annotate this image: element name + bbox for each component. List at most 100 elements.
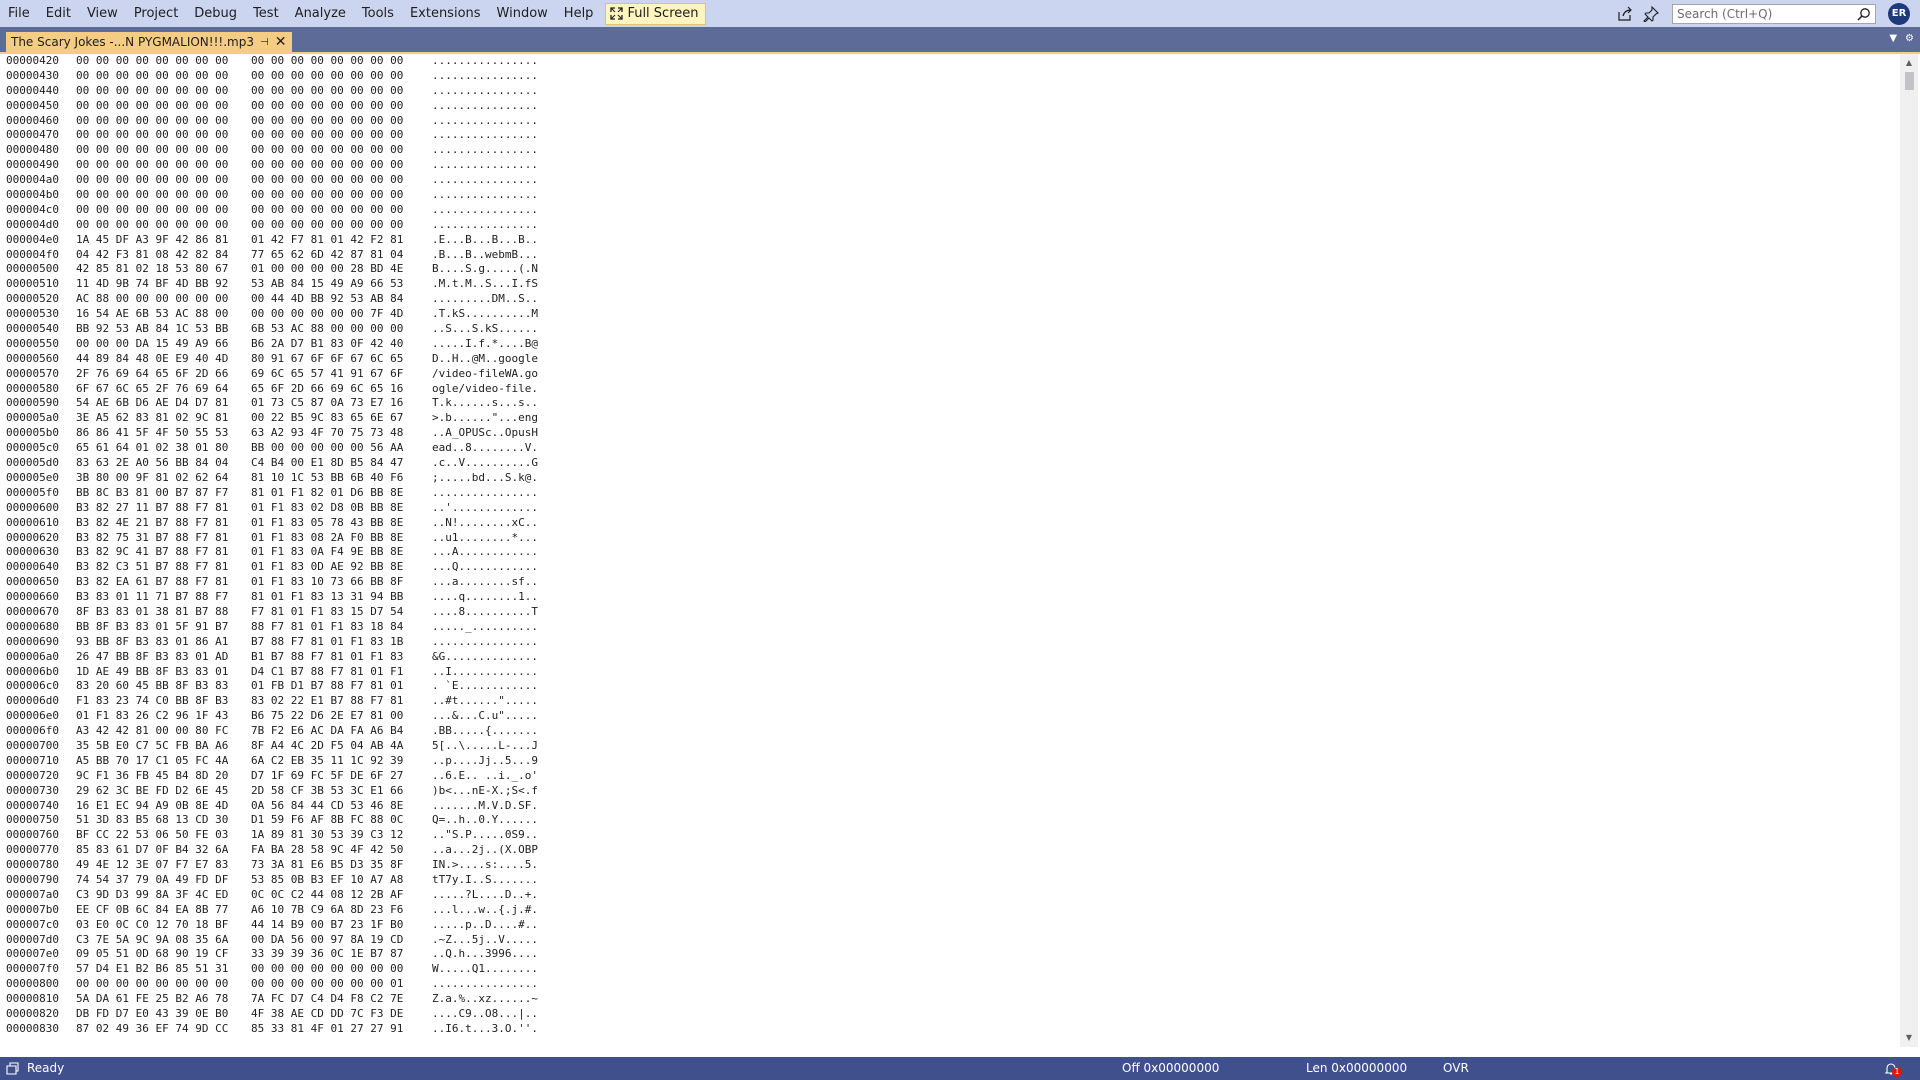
menu-edit[interactable]: Edit — [38, 3, 79, 25]
hex-row[interactable]: 00000680 BB 8F B3 83 01 5F 91 B7 88 F7 81 … — [6, 620, 1900, 635]
hex-bytes-right[interactable]: 53 85 0B B3 EF 10 A7 A8 — [251, 873, 426, 888]
hex-row[interactable]: 00000790 74 54 37 79 0A 49 FD DF 53 85 0B … — [6, 873, 1900, 888]
hex-row[interactable]: 000005e0 3B 80 00 9F 81 02 62 64 81 10 1C … — [6, 471, 1900, 486]
hex-ascii[interactable]: Q=..h..0.Y...... — [432, 813, 562, 828]
hex-bytes-left[interactable]: EE CF 0B 6C 84 EA 8B 77 — [76, 903, 251, 918]
hex-offset[interactable]: 000005b0 — [6, 426, 76, 441]
hex-row[interactable]: 000005b0 86 86 41 5F 4F 50 55 53 63 A2 93 … — [6, 426, 1900, 441]
hex-bytes-right[interactable]: 00 00 00 00 00 00 00 00 — [251, 114, 426, 129]
hex-offset[interactable]: 00000740 — [6, 799, 76, 814]
hex-bytes-right[interactable]: 01 F1 83 0A F4 9E BB 8E — [251, 545, 426, 560]
hex-ascii[interactable]: 5[..\.....L-...J — [432, 739, 562, 754]
hex-bytes-right[interactable]: 01 F1 83 0D AE 92 BB 8E — [251, 560, 426, 575]
hex-offset[interactable]: 00000660 — [6, 590, 76, 605]
hex-offset[interactable]: 00000670 — [6, 605, 76, 620]
menu-tools[interactable]: Tools — [354, 3, 402, 25]
pin-tab-icon[interactable]: ⊣ — [260, 37, 269, 48]
hex-row[interactable]: 000007d0 C3 7E 5A 9C 9A 08 35 6A 00 DA 56 … — [6, 933, 1900, 948]
hex-offset[interactable]: 00000770 — [6, 843, 76, 858]
hex-bytes-right[interactable]: 00 00 00 00 00 00 00 00 — [251, 143, 426, 158]
hex-bytes-right[interactable]: 81 01 F1 82 01 D6 BB 8E — [251, 486, 426, 501]
hex-row[interactable]: 000007f0 57 D4 E1 B2 B6 85 51 31 00 00 00 … — [6, 962, 1900, 977]
hex-bytes-right[interactable]: 33 39 39 36 0C 1E B7 87 — [251, 947, 426, 962]
hex-ascii[interactable]: ................ — [432, 188, 562, 203]
hex-offset[interactable]: 00000650 — [6, 575, 76, 590]
hex-offset[interactable]: 00000630 — [6, 545, 76, 560]
hex-bytes-left[interactable]: 00 00 00 00 00 00 00 00 — [76, 173, 251, 188]
hex-bytes-left[interactable]: BB 92 53 AB 84 1C 53 BB — [76, 322, 251, 337]
hex-bytes-right[interactable]: 01 F1 83 08 2A F0 BB 8E — [251, 531, 426, 546]
hex-offset[interactable]: 000005a0 — [6, 411, 76, 426]
hex-row[interactable]: 000007c0 03 E0 0C C0 12 70 18 BF 44 14 B9 … — [6, 918, 1900, 933]
hex-bytes-left[interactable]: 9C F1 36 FB 45 B4 8D 20 — [76, 769, 251, 784]
hex-ascii[interactable]: .....?L....D..+. — [432, 888, 562, 903]
hex-bytes-left[interactable]: 54 AE 6B D6 AE D4 D7 81 — [76, 396, 251, 411]
vertical-scrollbar[interactable]: ▲ ▼ — [1900, 54, 1918, 1047]
hex-ascii[interactable]: . `E............ — [432, 679, 562, 694]
hex-ascii[interactable]: ..'............. — [432, 501, 562, 516]
hex-row[interactable]: 00000810 5A DA 61 FE 25 B2 A6 78 7A FC D7 … — [6, 992, 1900, 1007]
hex-bytes-right[interactable]: 00 22 B5 9C 83 65 6E 67 — [251, 411, 426, 426]
hex-offset[interactable]: 00000640 — [6, 560, 76, 575]
hex-row[interactable]: 00000830 87 02 49 36 EF 74 9D CC 85 33 81 … — [6, 1022, 1900, 1037]
hex-bytes-left[interactable]: 5A DA 61 FE 25 B2 A6 78 — [76, 992, 251, 1007]
hex-ascii[interactable]: ...l...w..{.j.#. — [432, 903, 562, 918]
hex-bytes-right[interactable]: A6 10 7B C9 6A 8D 23 F6 — [251, 903, 426, 918]
hex-bytes-left[interactable]: 85 83 61 D7 0F B4 32 6A — [76, 843, 251, 858]
hex-bytes-right[interactable]: 00 00 00 00 00 00 00 00 — [251, 158, 426, 173]
hex-bytes-right[interactable]: 00 00 00 00 00 00 00 00 — [251, 84, 426, 99]
menu-test[interactable]: Test — [245, 3, 287, 25]
hex-row[interactable]: 000004e0 1A 45 DF A3 9F 42 86 81 01 42 F7 … — [6, 233, 1900, 248]
hex-bytes-right[interactable]: 77 65 62 6D 42 87 81 04 — [251, 248, 426, 263]
search-input[interactable] — [1673, 6, 1857, 21]
hex-row[interactable]: 000006f0 A3 42 42 81 00 00 80 FC 7B F2 E6 … — [6, 724, 1900, 739]
hex-bytes-left[interactable]: DB FD D7 E0 43 39 0E B0 — [76, 1007, 251, 1022]
hex-bytes-left[interactable]: 00 00 00 00 00 00 00 00 — [76, 128, 251, 143]
hex-offset[interactable]: 00000560 — [6, 352, 76, 367]
hex-bytes-right[interactable]: 4F 38 AE CD DD 7C F3 DE — [251, 1007, 426, 1022]
hex-offset[interactable]: 000007a0 — [6, 888, 76, 903]
hex-bytes-right[interactable]: 44 14 B9 00 B7 23 1F B0 — [251, 918, 426, 933]
hex-offset[interactable]: 000005f0 — [6, 486, 76, 501]
hex-ascii[interactable]: ..I............. — [432, 665, 562, 680]
hex-row[interactable]: 000005f0 BB 8C B3 81 00 B7 87 F7 81 01 F1 … — [6, 486, 1900, 501]
scroll-thumb[interactable] — [1905, 72, 1914, 90]
hex-bytes-right[interactable]: 81 10 1C 53 BB 6B 40 F6 — [251, 471, 426, 486]
hex-offset[interactable]: 000004b0 — [6, 188, 76, 203]
hex-bytes-left[interactable]: BB 8F B3 83 01 5F 91 B7 — [76, 620, 251, 635]
scroll-up-icon[interactable]: ▲ — [1900, 56, 1918, 70]
hex-bytes-left[interactable]: 86 86 41 5F 4F 50 55 53 — [76, 426, 251, 441]
hex-bytes-left[interactable]: 00 00 00 00 00 00 00 00 — [76, 977, 251, 992]
hex-bytes-left[interactable]: 51 3D 83 B5 68 13 CD 30 — [76, 813, 251, 828]
hex-ascii[interactable]: ...&...C.u"..... — [432, 709, 562, 724]
hex-bytes-left[interactable]: 8F B3 83 01 38 81 B7 88 — [76, 605, 251, 620]
hex-bytes-left[interactable]: 49 4E 12 3E 07 F7 E7 83 — [76, 858, 251, 873]
hex-row[interactable]: 00000520 AC 88 00 00 00 00 00 00 00 44 4D … — [6, 292, 1900, 307]
hex-bytes-right[interactable]: 00 00 00 00 00 00 00 00 — [251, 54, 426, 69]
hex-bytes-left[interactable]: 00 00 00 00 00 00 00 00 — [76, 99, 251, 114]
hex-bytes-left[interactable]: 00 00 00 00 00 00 00 00 — [76, 54, 251, 69]
hex-offset[interactable]: 000006f0 — [6, 724, 76, 739]
document-tab[interactable]: The Scary Jokes -...N PYGMALION!!!.mp3 ⊣… — [6, 32, 293, 52]
hex-bytes-left[interactable]: 16 E1 EC 94 A9 0B 8E 4D — [76, 799, 251, 814]
hex-offset[interactable]: 00000520 — [6, 292, 76, 307]
hex-ascii[interactable]: tT7y.I..S....... — [432, 873, 562, 888]
hex-offset[interactable]: 00000780 — [6, 858, 76, 873]
hex-bytes-left[interactable]: 01 F1 83 26 C2 96 1F 43 — [76, 709, 251, 724]
hex-ascii[interactable]: ................ — [432, 54, 562, 69]
hex-offset[interactable]: 00000570 — [6, 367, 76, 382]
hex-offset[interactable]: 000004a0 — [6, 173, 76, 188]
hex-bytes-right[interactable]: 01 F1 83 10 73 66 BB 8F — [251, 575, 426, 590]
hex-offset[interactable]: 00000620 — [6, 531, 76, 546]
hex-ascii[interactable]: ....C9..O8...|.. — [432, 1007, 562, 1022]
hex-row[interactable]: 00000760 BF CC 22 53 06 50 FE 03 1A 89 81 … — [6, 828, 1900, 843]
hex-bytes-left[interactable]: B3 82 9C 41 B7 88 F7 81 — [76, 545, 251, 560]
hex-row[interactable]: 000006e0 01 F1 83 26 C2 96 1F 43 B6 75 22 … — [6, 709, 1900, 724]
status-overwrite-mode[interactable]: OVR — [1443, 1057, 1469, 1080]
hex-editor[interactable]: 00000420 00 00 00 00 00 00 00 00 00 00 00 … — [6, 54, 1900, 1047]
hex-offset[interactable]: 000006c0 — [6, 679, 76, 694]
hex-offset[interactable]: 00000820 — [6, 1007, 76, 1022]
hex-row[interactable]: 00000420 00 00 00 00 00 00 00 00 00 00 00 … — [6, 54, 1900, 69]
hex-ascii[interactable]: ..u1........*... — [432, 531, 562, 546]
hex-row[interactable]: 00000490 00 00 00 00 00 00 00 00 00 00 00 … — [6, 158, 1900, 173]
